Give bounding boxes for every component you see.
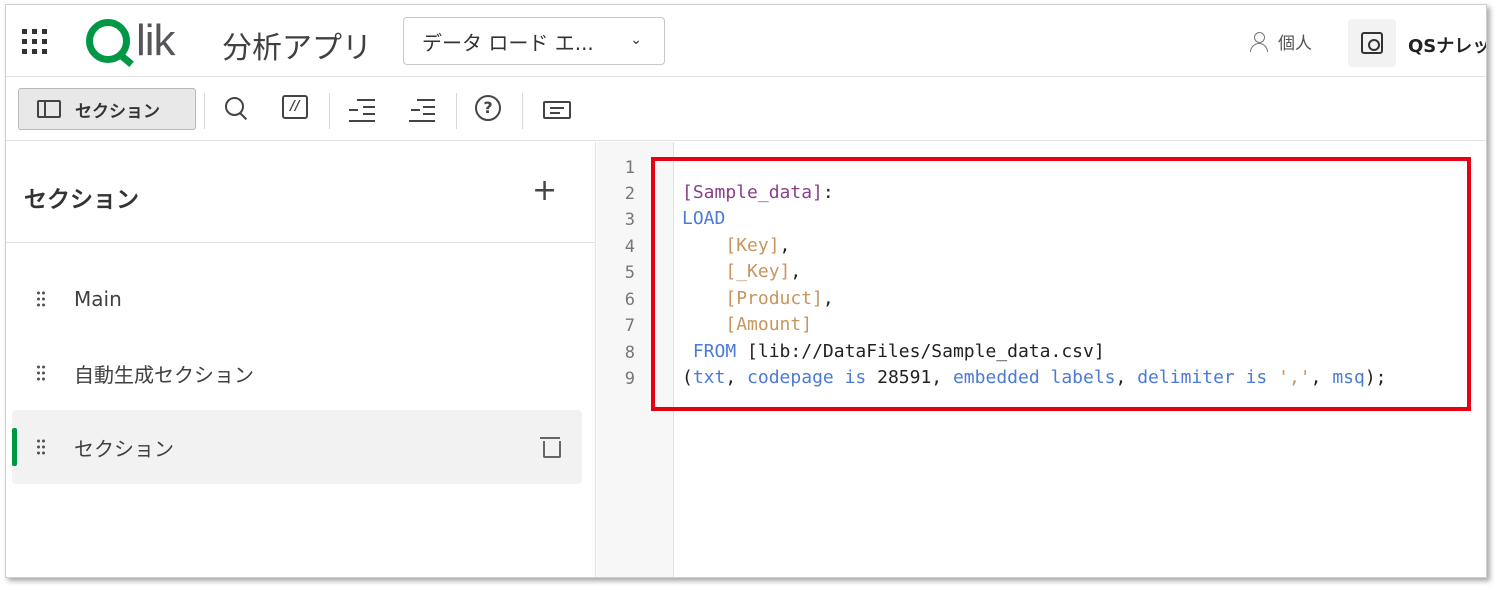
code-string: ',' (1278, 367, 1311, 388)
toggle-sections-label: セクション (75, 101, 160, 122)
line-number: 4 (624, 237, 635, 257)
keyword: codepage is (747, 367, 867, 388)
chevron-down-icon: ⌄ (630, 32, 642, 48)
line-number: 9 (624, 369, 635, 389)
qlik-logo[interactable]: lik (86, 16, 176, 65)
editor-toolbar: セクション // ? (6, 77, 1486, 141)
field-name: [Key] (725, 235, 780, 256)
space-label: 個人 (1278, 34, 1312, 54)
keyword: embedded labels (952, 367, 1116, 388)
section-item-auto-generated[interactable]: 自動生成セクション (12, 336, 582, 410)
mode-dropdown[interactable]: データ ロード エ... ⌄ (403, 17, 665, 65)
code-punct: , (822, 288, 834, 309)
code-line-7: [Amount] (682, 314, 812, 335)
code-punct: , (1115, 367, 1138, 388)
toolbar-divider (456, 93, 457, 129)
keyword: txt (692, 367, 726, 388)
drag-handle-icon[interactable] (36, 364, 46, 382)
panel-divider (6, 242, 596, 243)
code-line-9: (txt, codepage is 28591, embedded labels… (682, 367, 1387, 388)
line-number: 8 (624, 343, 635, 363)
code-punct: , (779, 235, 791, 256)
toolbar-divider (329, 93, 330, 129)
keyword: LOAD (682, 208, 726, 229)
qlik-q-mark (86, 19, 130, 63)
code-punct: , (790, 261, 802, 282)
toolbar-divider (204, 93, 205, 129)
file-path: [lib://DataFiles/Sample_data.csv] (747, 341, 1105, 362)
field-name: [Amount] (725, 314, 813, 335)
search-icon[interactable] (222, 95, 252, 125)
panel-icon (37, 100, 61, 118)
code-line-4: [Key], (682, 235, 790, 256)
section-item-main[interactable]: Main (12, 262, 582, 336)
tenant-label[interactable]: QSナレッ (1408, 32, 1486, 58)
table-name: [Sample_data] (682, 182, 823, 203)
line-number-gutter: 1 2 3 4 5 6 7 8 9 (597, 142, 674, 577)
trash-icon[interactable] (540, 435, 561, 458)
section-item-label: セクション (74, 436, 174, 461)
code-punct: , (725, 367, 748, 388)
line-number: 7 (624, 316, 635, 336)
space-selector[interactable]: 個人 (1250, 29, 1312, 54)
keyword: delimiter is (1137, 367, 1268, 388)
field-name: [_Key] (725, 261, 791, 282)
field-name: [Product] (725, 288, 823, 309)
top-header: lik 分析アプリ データ ロード エ... ⌄ 個人 QSナレッ (6, 5, 1486, 77)
line-number: 5 (624, 263, 635, 283)
code-punct: ); (1364, 367, 1387, 388)
comment-icon[interactable]: // (282, 95, 308, 119)
code-line-5: [_Key], (682, 261, 801, 282)
section-item-label: 自動生成セクション (74, 362, 254, 387)
code-number: 28591, (866, 367, 953, 388)
mode-dropdown-value: データ ロード エ... (422, 30, 594, 55)
line-number: 6 (624, 290, 635, 310)
code-punct: , (1310, 367, 1333, 388)
toolbar-divider (522, 93, 523, 129)
code-line-2: [Sample_data]: (682, 182, 834, 203)
drag-handle-icon[interactable] (36, 438, 46, 456)
hub-icon (1361, 32, 1383, 54)
keyword: msq (1332, 367, 1365, 388)
add-section-icon[interactable]: + (532, 176, 557, 206)
app-title: 分析アプリ (222, 31, 372, 66)
indent-icon[interactable] (349, 95, 379, 125)
drag-handle-icon[interactable] (36, 290, 46, 308)
console-icon[interactable] (543, 101, 571, 119)
line-number: 1 (624, 158, 635, 178)
code-punct: ( (682, 367, 693, 388)
sections-panel: セクション + Main 自動生成セクション セクション (6, 142, 596, 577)
sections-panel-title: セクション (24, 187, 139, 213)
app-grid-icon[interactable] (20, 27, 50, 57)
app-window: lik 分析アプリ データ ロード エ... ⌄ 個人 QSナレッ セクション … (5, 4, 1487, 578)
line-number: 2 (624, 184, 635, 204)
hub-button[interactable] (1348, 19, 1396, 67)
code-punct: : (822, 182, 834, 203)
script-editor[interactable]: 1 2 3 4 5 6 7 8 9 [Sample_data]: LOAD [K… (597, 142, 1486, 577)
line-number: 3 (624, 210, 635, 230)
outdent-icon[interactable] (409, 95, 439, 125)
qlik-logo-text: lik (136, 16, 176, 65)
person-icon (1250, 31, 1268, 52)
keyword: FROM (692, 341, 737, 362)
code-line-8: FROM [lib://DataFiles/Sample_data.csv] (682, 341, 1105, 362)
toggle-sections-button[interactable]: セクション (18, 88, 196, 130)
help-icon[interactable]: ? (475, 95, 501, 121)
section-item-section[interactable]: セクション (12, 410, 582, 484)
section-item-label: Main (74, 287, 122, 311)
code-line-3: LOAD (682, 208, 725, 229)
code-line-6: [Product], (682, 288, 834, 309)
